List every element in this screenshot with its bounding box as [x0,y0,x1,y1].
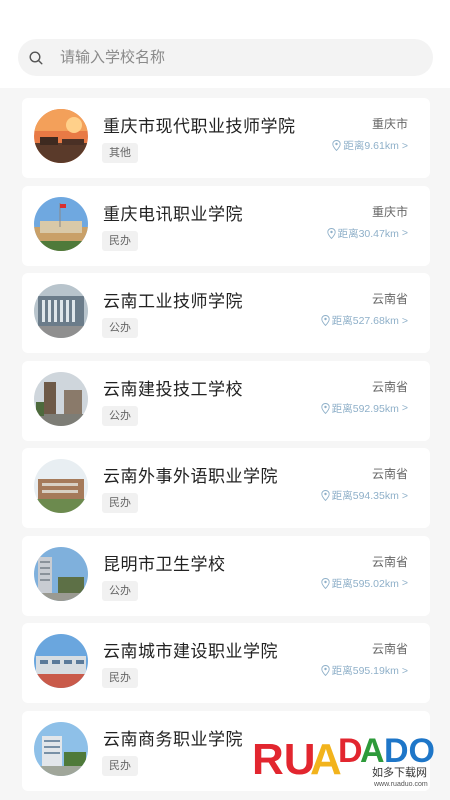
location-pin-icon [321,402,330,414]
distance-text: 距离9.61km [343,140,399,152]
search-input[interactable] [58,48,392,67]
school-name: 云南城市建设职业学院 [103,642,278,661]
watermark-logo: RU A D A DO 如多下载网 www.ruaduo.com [252,732,435,788]
school-photo [34,109,88,163]
distance-text: 距离595.02km [331,577,399,590]
chevron-right-icon: > [401,227,408,239]
distance-link[interactable]: 距离30.47km > [326,226,408,241]
school-type-badge: 民办 [102,668,138,688]
school-list: 重庆市现代职业技师学院 其他 重庆市 距离9.61km > 重庆电讯职业学院 民… [22,98,430,798]
school-photo [34,459,88,513]
svg-text:A: A [310,735,342,784]
school-type-badge: 公办 [102,580,138,601]
school-name: 重庆市现代职业技师学院 [103,117,296,136]
svg-text:RU: RU [252,735,316,784]
school-type-badge: 公办 [102,405,138,426]
location-pin-icon [321,490,330,501]
school-type-badge: 其他 [102,143,138,163]
chevron-right-icon: > [401,402,408,414]
chevron-right-icon: > [401,577,408,589]
location-pin-icon [332,140,342,151]
school-name: 云南外事外语职业学院 [103,467,278,486]
chevron-right-icon: > [401,139,408,152]
school-photo [34,284,88,338]
school-card[interactable]: 云南外事外语职业学院 民办 云南省 距离594.35km > [22,448,430,528]
school-name: 昆明市卫生学校 [103,554,226,574]
school-region: 云南省 [371,292,408,306]
school-card[interactable]: 云南建投技工学校 公办 云南省 距离592.95km > [22,360,430,441]
chevron-right-icon: > [401,664,408,677]
svg-text:www.ruaduo.com: www.ruaduo.com [373,781,428,788]
school-card[interactable]: 重庆电讯职业学院 民办 重庆市 距离30.47km > [22,185,430,266]
distance-link[interactable]: 距离595.19km > [321,663,408,678]
school-type-badge: 民办 [102,755,138,776]
search-icon [29,50,43,65]
school-type-badge: 公办 [102,318,138,338]
chevron-right-icon: > [401,314,408,327]
school-photo [34,371,88,426]
distance-text: 距离594.35km [331,490,399,502]
distance-text: 距离527.68km [331,315,399,327]
school-name: 云南商务职业学院 [103,729,243,749]
school-name: 云南工业技师学院 [103,292,243,311]
school-card[interactable]: 重庆市现代职业技师学院 其他 重庆市 距离9.61km > [22,98,430,178]
location-pin-icon [321,315,330,326]
distance-link[interactable]: 距离595.02km > [321,576,408,591]
school-photo [34,546,88,601]
svg-text:如多下载网: 如多下载网 [372,765,427,779]
distance-link[interactable]: 距离594.35km > [321,488,408,503]
school-region: 重庆市 [371,204,408,219]
school-photo [34,634,88,688]
distance-link[interactable]: 距离592.95km > [321,401,408,416]
school-card[interactable]: 昆明市卫生学校 公办 云南省 距离595.02km > [22,535,430,616]
school-photo [34,196,88,251]
school-card[interactable]: 云南城市建设职业学院 民办 云南省 距离595.19km > [22,623,430,703]
top-bar [0,0,450,88]
svg-text:A: A [360,732,385,770]
search-bar[interactable] [18,39,433,76]
distance-text: 距离592.95km [331,402,399,415]
distance-link[interactable]: 距离527.68km > [321,313,408,328]
svg-text:DO: DO [384,732,435,770]
school-region: 云南省 [371,467,408,481]
school-type-badge: 民办 [102,493,138,513]
school-region: 重庆市 [371,117,408,131]
school-name: 云南建投技工学校 [103,379,243,399]
chevron-right-icon: > [401,489,408,502]
school-region: 云南省 [371,554,408,569]
location-pin-icon [321,577,330,589]
location-pin-icon [326,227,336,239]
distance-link[interactable]: 距离9.61km > [332,138,408,153]
school-card[interactable]: 云南工业技师学院 公办 云南省 距离527.68km > [22,273,430,353]
school-photo [34,721,88,776]
distance-text: 距离595.19km [331,665,399,677]
location-pin-icon [321,665,330,676]
school-name: 重庆电讯职业学院 [103,204,243,224]
distance-text: 距离30.47km [337,227,399,240]
school-region: 云南省 [371,642,408,656]
school-region: 云南省 [371,379,408,394]
svg-text:D: D [338,732,363,770]
school-type-badge: 民办 [102,230,138,251]
